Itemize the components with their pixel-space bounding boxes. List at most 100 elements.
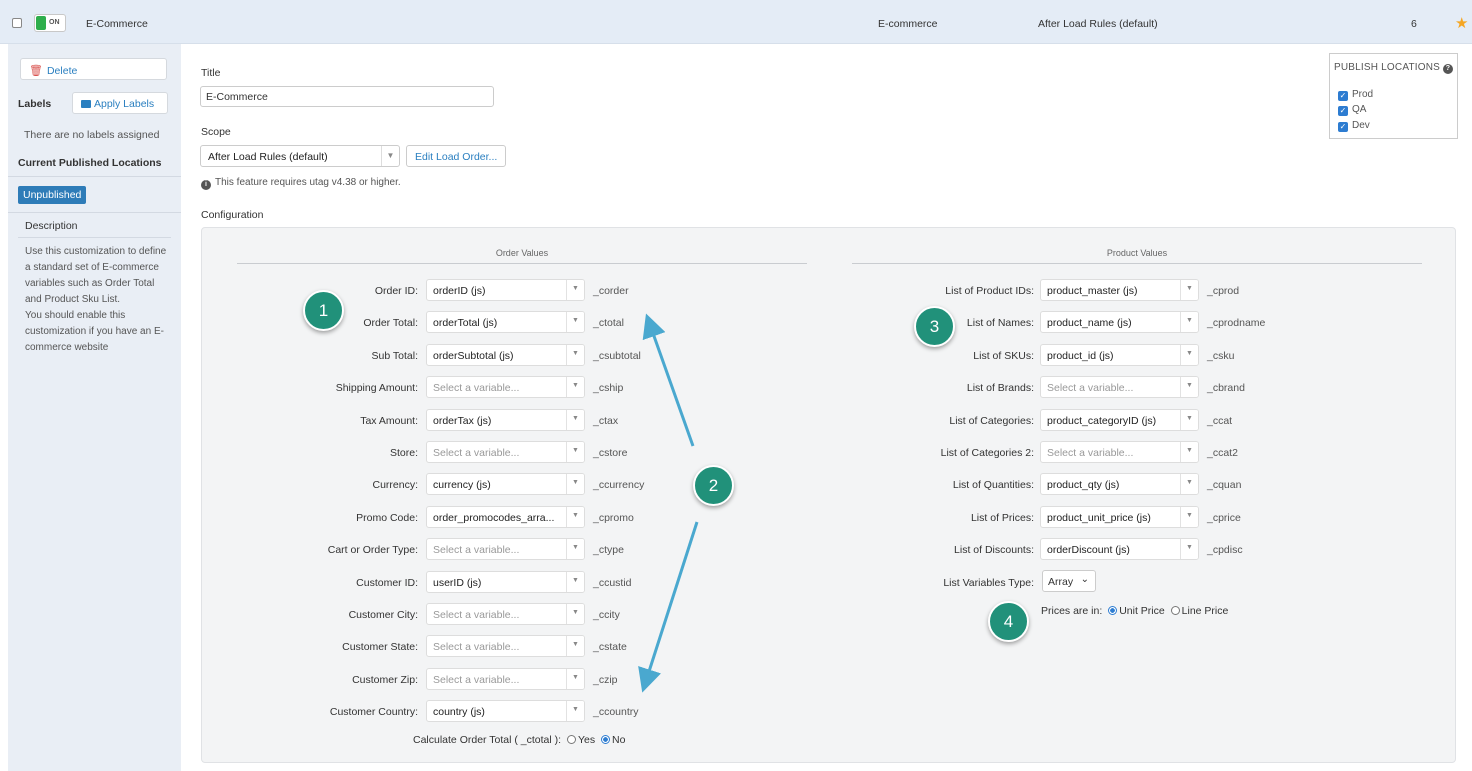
variable-code: _cstate <box>593 641 627 654</box>
variable-code: _csku <box>1207 349 1235 362</box>
field-label: Tax Amount: <box>360 414 418 427</box>
labels-heading: Labels <box>18 98 52 110</box>
chevron-down-icon: ▼ <box>1180 409 1198 430</box>
prices-label: Prices are in: <box>1041 605 1103 617</box>
radio-no[interactable] <box>601 735 611 744</box>
help-icon[interactable]: ? <box>1443 64 1454 74</box>
current-locations-heading: Current Published Locations <box>18 157 162 169</box>
variable-select[interactable]: product_unit_price (js) ▼ <box>1040 505 1199 528</box>
variable-select[interactable]: order_promocodes_arra... ▼ <box>426 505 585 528</box>
location-label: Prod <box>1352 89 1374 100</box>
title-input[interactable]: E-Commerce <box>200 86 494 107</box>
field-label: Sub Total: <box>371 349 418 362</box>
variable-select[interactable]: Select a variable... ▼ <box>426 667 585 690</box>
variable-code: _ccustid <box>593 576 632 589</box>
radio-yes[interactable] <box>566 735 576 744</box>
field-label: Customer Country: <box>329 706 418 719</box>
variable-select[interactable]: orderTax (js) ▼ <box>426 408 585 431</box>
variable-select[interactable]: product_qty (js) ▼ <box>1040 473 1199 496</box>
field-label: List of Discounts: <box>954 544 1034 557</box>
variable-value: Select a variable... <box>433 641 520 654</box>
order-values-heading: Order Values <box>495 248 549 258</box>
variable-code: _ccity <box>593 609 620 621</box>
variable-select[interactable]: product_categoryID (js) ▼ <box>1040 408 1199 431</box>
variable-select[interactable]: country (js) ▼ <box>426 700 585 723</box>
description-text: Use this customization to define a stand… <box>25 244 171 356</box>
variable-value: orderTax (js) <box>433 414 492 427</box>
apply-labels-label: Apply Labels <box>94 98 155 110</box>
variable-value: Select a variable... <box>433 544 520 557</box>
variable-code: _cship <box>593 382 624 395</box>
divider <box>8 176 181 177</box>
scope-select[interactable]: After Load Rules (default) ▼ <box>200 145 400 167</box>
variable-value: orderSubtotal (js) <box>433 349 514 362</box>
variable-select[interactable]: product_master (js) ▼ <box>1040 279 1199 301</box>
variable-value: product_unit_price (js) <box>1047 511 1151 524</box>
variable-select[interactable]: orderTotal (js) ▼ <box>426 311 585 334</box>
divider <box>8 212 181 213</box>
publish-location-dev[interactable]: ✓ Dev <box>1338 120 1370 132</box>
line-price-label: Line Price <box>1181 605 1229 617</box>
variable-select[interactable]: orderDiscount (js) ▼ <box>1040 538 1199 561</box>
chevron-down-icon: ▼ <box>566 604 584 624</box>
toggle-label: ON <box>49 19 60 26</box>
status-badge: Unpublished <box>18 186 87 204</box>
chevron-down-icon: ▼ <box>566 474 584 495</box>
apply-labels-button[interactable]: Apply Labels <box>72 92 168 114</box>
publish-location-qa[interactable]: ✓ QA <box>1338 104 1366 116</box>
scope-value: After Load Rules (default) <box>208 151 328 163</box>
variable-select[interactable]: Select a variable... ▼ <box>426 603 585 625</box>
checkbox-checked-icon[interactable]: ✓ <box>1338 106 1348 116</box>
variable-value: userID (js) <box>433 576 482 589</box>
variable-value: Select a variable... <box>433 609 520 621</box>
extension-name[interactable]: E-Commerce <box>86 18 148 30</box>
variable-select[interactable]: orderSubtotal (js) ▼ <box>426 343 585 366</box>
variable-code: _cprodname <box>1207 317 1266 330</box>
variable-value: order_promocodes_arra... <box>433 511 555 524</box>
chevron-down-icon: ▼ <box>566 701 584 722</box>
extension-scope: After Load Rules (default) <box>1038 18 1158 30</box>
variable-select[interactable]: currency (js) ▼ <box>426 473 585 496</box>
variable-select[interactable]: Select a variable... ▼ <box>426 441 585 463</box>
edit-load-order-button[interactable]: Edit Load Order... <box>406 145 507 167</box>
publish-location-prod[interactable]: ✓ Prod <box>1338 89 1373 101</box>
star-icon[interactable]: ★ <box>1455 14 1468 32</box>
radio-line-price[interactable] <box>1170 606 1180 615</box>
folder-icon <box>81 100 91 108</box>
variable-select[interactable]: product_name (js) ▼ <box>1040 311 1199 334</box>
status-toggle[interactable]: ON <box>34 14 66 32</box>
chevron-down-icon: ▼ <box>381 146 399 166</box>
variable-value: product_master (js) <box>1047 285 1138 297</box>
field-label: List of Categories 2: <box>940 447 1034 459</box>
field-label: List of Product IDs: <box>945 285 1034 297</box>
variable-select[interactable]: orderID (js) ▼ <box>426 279 585 301</box>
list-type-select[interactable]: Array ⌄ <box>1042 570 1096 592</box>
row-checkbox[interactable] <box>12 18 22 28</box>
radio-unit-price[interactable] <box>1108 606 1118 615</box>
variable-code: _czip <box>593 673 618 686</box>
chevron-down-icon: ▼ <box>1180 312 1198 333</box>
chevron-down-icon: ▼ <box>566 668 584 689</box>
chevron-down-icon: ▼ <box>566 377 584 398</box>
variable-select[interactable]: userID (js) ▼ <box>426 570 585 593</box>
requirement-note: i This feature requires utag v4.38 or hig… <box>201 177 401 190</box>
checkbox-checked-icon[interactable]: ✓ <box>1338 91 1348 101</box>
annotation-badge-4: 4 <box>988 601 1029 642</box>
variable-select[interactable]: Select a variable... ▼ <box>426 538 585 561</box>
chevron-down-icon: ⌄ <box>1080 574 1089 585</box>
publish-locations-title: PUBLISH LOCATIONS ? <box>1334 62 1454 74</box>
field-label: Customer State: <box>342 641 418 654</box>
chevron-down-icon: ▼ <box>1180 344 1198 365</box>
variable-select[interactable]: Select a variable... ▼ <box>426 376 585 399</box>
delete-button[interactable]: 🗑 Delete <box>20 58 167 80</box>
field-label: List of Quantities: <box>952 479 1034 492</box>
variable-select[interactable]: Select a variable... ▼ <box>426 635 585 658</box>
publish-locations-box: PUBLISH LOCATIONS ? ✓ Prod ✓ QA ✓ Dev <box>1329 53 1458 139</box>
extension-header-row[interactable]: ON E-Commerce E-commerce After Load Rule… <box>0 0 1472 44</box>
list-type-label: List Variables Type: <box>943 577 1034 589</box>
variable-select[interactable]: Select a variable... ▼ <box>1040 376 1199 399</box>
publish-title-text: PUBLISH LOCATIONS <box>1334 62 1441 73</box>
checkbox-checked-icon[interactable]: ✓ <box>1338 122 1348 132</box>
variable-select[interactable]: Select a variable... ▼ <box>1040 441 1199 463</box>
variable-select[interactable]: product_id (js) ▼ <box>1040 343 1199 366</box>
